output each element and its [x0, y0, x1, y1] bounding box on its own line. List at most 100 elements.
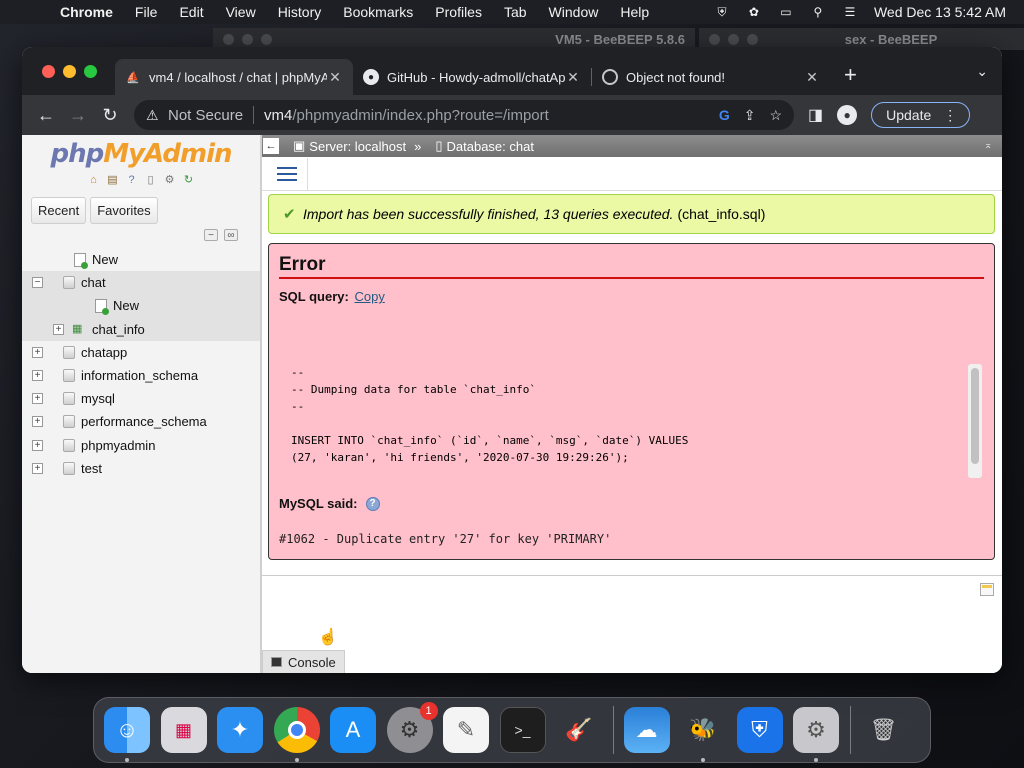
- app-store-icon[interactable]: A: [330, 707, 376, 753]
- spotlight-search-icon[interactable]: ⚲: [810, 5, 826, 19]
- scrollbar-thumb[interactable]: [971, 368, 979, 464]
- close-tab-icon[interactable]: ✕: [804, 69, 820, 86]
- tree-item-label[interactable]: mysql: [81, 391, 115, 406]
- tree-item-label[interactable]: phpmyadmin: [81, 438, 155, 453]
- expand-icon[interactable]: +: [32, 393, 43, 405]
- tab-object-not-found[interactable]: Object not found! ✕: [592, 59, 830, 95]
- profile-avatar-icon[interactable]: ●: [837, 105, 858, 125]
- sql-query-code[interactable]: -- -- Dumping data for table `chat_info`…: [279, 364, 982, 478]
- menubar-bookmarks[interactable]: Bookmarks: [343, 4, 413, 20]
- tree-item-information-schema[interactable]: + information_schema: [22, 364, 260, 387]
- tree-item-mysql[interactable]: + mysql: [22, 387, 260, 410]
- security-shield-icon[interactable]: ⛨: [736, 707, 783, 753]
- expand-icon[interactable]: +: [32, 439, 43, 451]
- menubar-app-name[interactable]: Chrome: [60, 4, 113, 20]
- garageband-icon[interactable]: 🎸: [556, 707, 602, 753]
- zoom-window-button[interactable]: [84, 64, 97, 78]
- expand-icon[interactable]: +: [32, 370, 43, 382]
- logout-icon[interactable]: ▤: [105, 172, 120, 187]
- screen-mirroring-icon[interactable]: ▭: [778, 5, 794, 19]
- shield-icon[interactable]: ⛨: [714, 5, 730, 19]
- close-tab-icon[interactable]: ✕: [565, 69, 581, 86]
- reload-icon[interactable]: ↻: [94, 105, 126, 126]
- tree-item-label[interactable]: New: [113, 298, 139, 313]
- bookmark-star-icon[interactable]: ☆: [769, 107, 782, 124]
- tree-item-chat[interactable]: − chat: [22, 271, 260, 295]
- menubar-edit[interactable]: Edit: [179, 4, 203, 20]
- tab-search-chevron-icon[interactable]: ⌄: [976, 63, 988, 80]
- menubar-clock[interactable]: Wed Dec 13 5:42 AM: [874, 4, 1006, 20]
- menubar-history[interactable]: History: [278, 4, 322, 20]
- tree-item-chat-new-table[interactable]: New: [22, 294, 260, 318]
- close-tab-icon[interactable]: ✕: [327, 69, 343, 86]
- collapse-all-icon[interactable]: −: [204, 229, 218, 241]
- tree-item-test[interactable]: + test: [22, 457, 260, 480]
- control-center-icon[interactable]: ☰: [842, 5, 858, 19]
- link-with-main-icon[interactable]: ∞: [224, 229, 238, 241]
- beebeep-icon[interactable]: 🐝: [680, 707, 726, 762]
- tree-item-label[interactable]: performance_schema: [81, 414, 207, 429]
- expand-icon[interactable]: +: [32, 462, 43, 474]
- expand-icon[interactable]: +: [53, 323, 64, 335]
- collapse-nav-arrow-icon[interactable]: ←: [263, 138, 279, 154]
- warning-icon[interactable]: ⚠: [146, 107, 164, 124]
- tree-item-chatapp[interactable]: + chatapp: [22, 341, 260, 364]
- settings-icon[interactable]: ⚙: [793, 707, 839, 762]
- close-window-button[interactable]: [42, 64, 55, 78]
- menubar-window[interactable]: Window: [549, 4, 599, 20]
- tree-item-label[interactable]: chatapp: [81, 345, 127, 360]
- menubar-tab[interactable]: Tab: [504, 4, 527, 20]
- breadcrumb-database[interactable]: ▯ Database: chat: [435, 138, 534, 154]
- bee-icon[interactable]: ✿: [746, 5, 762, 19]
- security-label[interactable]: Not Secure: [168, 107, 243, 124]
- google-icon[interactable]: G: [719, 107, 730, 124]
- tree-item-chat-info[interactable]: + ▦ chat_info: [22, 317, 260, 341]
- finder-icon[interactable]: ☺: [104, 707, 150, 762]
- terminal-icon[interactable]: >_: [499, 707, 546, 753]
- menubar-file[interactable]: File: [135, 4, 158, 20]
- collapse-top-icon[interactable]: ⌅: [984, 140, 998, 152]
- console-toggle[interactable]: Console: [262, 650, 345, 673]
- home-icon[interactable]: ⌂: [86, 172, 101, 187]
- tree-item-label[interactable]: chat: [81, 275, 106, 290]
- safari-icon[interactable]: ✦: [217, 707, 263, 753]
- side-panel-icon[interactable]: ◨: [808, 105, 823, 125]
- expand-icon[interactable]: +: [32, 416, 43, 428]
- tree-item-label[interactable]: New: [92, 252, 118, 267]
- share-icon[interactable]: ⇪: [744, 107, 756, 124]
- collapse-icon[interactable]: −: [32, 277, 43, 289]
- code-scrollbar[interactable]: [968, 364, 982, 478]
- tree-item-label[interactable]: information_schema: [81, 368, 198, 383]
- help-icon[interactable]: ?: [124, 172, 139, 187]
- address-bar[interactable]: ⚠ Not Secure vm4/phpmyadmin/index.php?ro…: [134, 100, 794, 130]
- menubar-help[interactable]: Help: [620, 4, 649, 20]
- recent-button[interactable]: Recent: [31, 197, 87, 224]
- documentation-icon[interactable]: ▯: [143, 172, 158, 187]
- menubar-profiles[interactable]: Profiles: [435, 4, 482, 20]
- tab-github[interactable]: ● GitHub - Howdy-admoll/chatApp ✕: [353, 59, 591, 95]
- update-chrome-button[interactable]: Update ⋮: [871, 102, 971, 128]
- favorites-button[interactable]: Favorites: [90, 197, 158, 224]
- back-arrow-icon[interactable]: ←: [30, 105, 62, 126]
- kebab-menu-icon[interactable]: ⋮: [943, 107, 957, 124]
- weather-icon[interactable]: ☁: [623, 707, 670, 753]
- menubar-view[interactable]: View: [226, 4, 256, 20]
- launchpad-icon[interactable]: ▦: [160, 707, 207, 753]
- hamburger-menu-icon[interactable]: [266, 157, 308, 190]
- reload-navigation-icon[interactable]: ↻: [181, 172, 196, 187]
- minimize-window-button[interactable]: [63, 64, 76, 78]
- tree-item-new[interactable]: New: [22, 248, 260, 271]
- settings-gear-icon[interactable]: ⚙: [162, 172, 177, 187]
- chrome-icon[interactable]: [273, 707, 320, 762]
- tab-phpmyadmin[interactable]: ⛵ vm4 / localhost / chat | phpMyAdmin ✕: [115, 59, 353, 95]
- expand-icon[interactable]: +: [32, 346, 43, 358]
- phpmyadmin-logo[interactable]: phpMyAdmin: [22, 139, 260, 169]
- copy-link[interactable]: Copy: [354, 289, 384, 304]
- new-tab-plus-icon[interactable]: +: [844, 62, 857, 88]
- system-preferences-icon[interactable]: ⚙ 1: [386, 702, 438, 753]
- tree-item-performance-schema[interactable]: + performance_schema: [22, 410, 260, 433]
- breadcrumb-server[interactable]: ▣ Server: localhost: [293, 138, 406, 154]
- trash-icon[interactable]: 🗑: [861, 707, 907, 753]
- documentation-help-icon[interactable]: ?: [365, 496, 380, 511]
- tree-item-label[interactable]: chat_info: [92, 322, 145, 337]
